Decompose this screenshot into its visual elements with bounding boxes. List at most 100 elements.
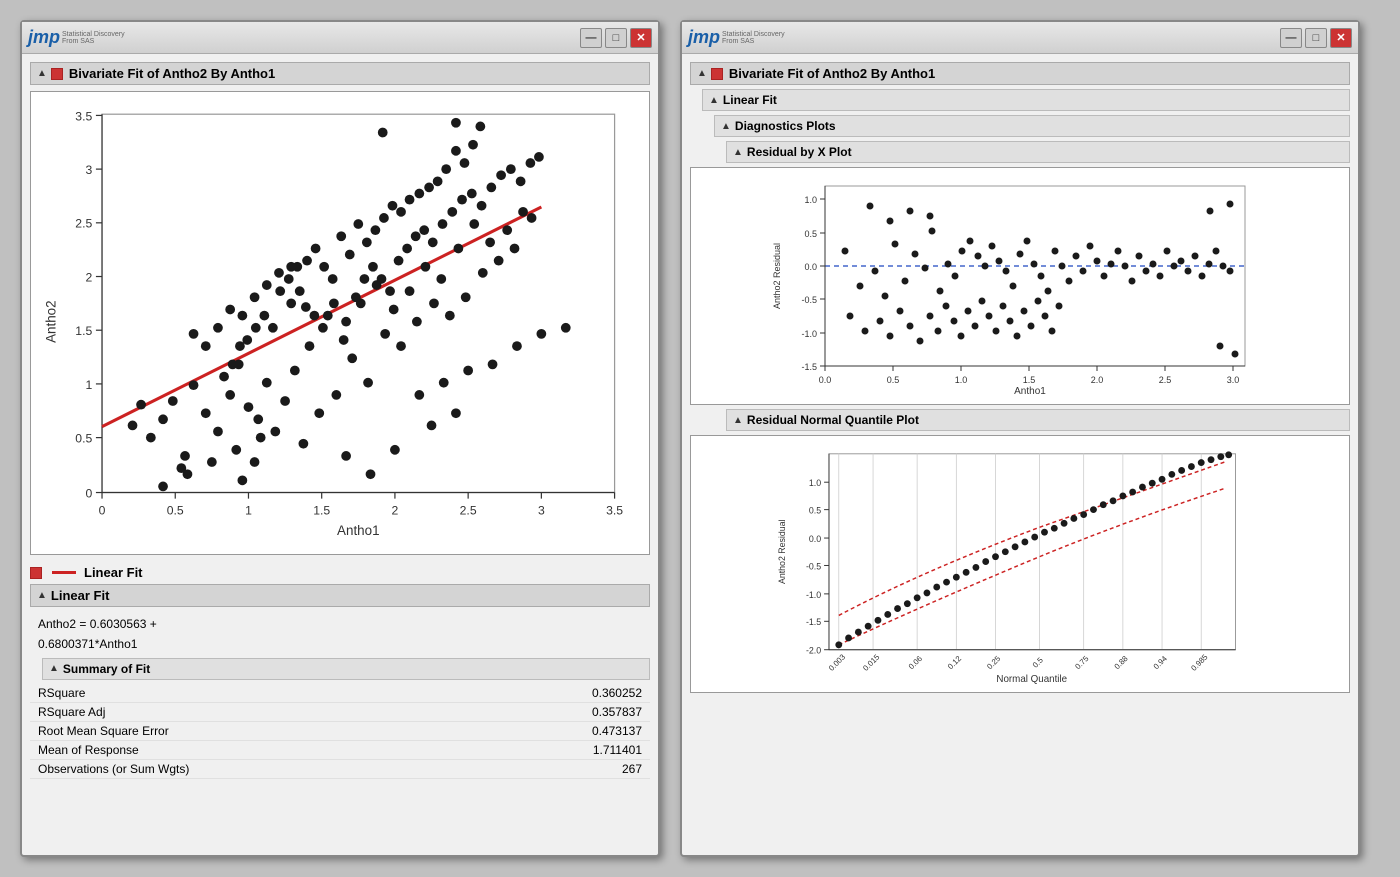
linear-fit-section-text: Linear Fit <box>51 588 110 603</box>
svg-text:1: 1 <box>245 503 252 517</box>
residual-by-x-svg: 0.0 0.5 1.0 1.5 2.0 2.5 3.0 1.0 <box>770 176 1270 396</box>
stat-label: RSquare <box>30 684 371 703</box>
triangle-icon-qqplot: ▲ <box>733 415 743 426</box>
svg-text:1.5: 1.5 <box>1023 375 1036 385</box>
svg-text:Antho1: Antho1 <box>1014 386 1046 396</box>
svg-text:2: 2 <box>392 503 399 517</box>
left-minimize-button[interactable]: — <box>580 28 602 48</box>
svg-text:Antho2: Antho2 <box>44 300 59 343</box>
svg-text:1.0: 1.0 <box>804 195 817 205</box>
right-diagnostics-text: Diagnostics Plots <box>735 119 836 133</box>
left-window-content: ▲ Bivariate Fit of Antho2 By Antho1 0 0.… <box>22 54 658 787</box>
svg-text:0.5: 0.5 <box>809 506 821 516</box>
left-window-buttons: — □ ✕ <box>580 28 652 48</box>
left-maximize-button[interactable]: □ <box>605 28 627 48</box>
residual-by-x-container: 0.0 0.5 1.0 1.5 2.0 2.5 3.0 1.0 <box>690 167 1350 405</box>
residual-normal-header: ▲ Residual Normal Quantile Plot <box>726 409 1350 431</box>
right-title-text: Bivariate Fit of Antho2 By Antho1 <box>729 66 935 81</box>
svg-text:3.0: 3.0 <box>1227 375 1240 385</box>
svg-text:-1.0: -1.0 <box>806 590 821 600</box>
svg-text:3: 3 <box>85 163 92 177</box>
summary-of-fit-text: Summary of Fit <box>63 662 150 676</box>
stat-value: 0.473137 <box>371 721 650 740</box>
equation-container: Antho2 = 0.6030563 + 0.6800371*Antho1 <box>30 611 650 657</box>
stat-label: RSquare Adj <box>30 702 371 721</box>
right-linear-fit-header: ▲ Linear Fit <box>702 89 1350 111</box>
svg-text:1: 1 <box>85 378 92 392</box>
equation-line1: Antho2 = 0.6030563 + <box>38 615 642 634</box>
residual-normal-svg: 0.003 0.015 0.06 0.12 0.25 0.5 0.75 0.88… <box>770 444 1270 684</box>
svg-text:2.5: 2.5 <box>460 503 477 517</box>
svg-text:0: 0 <box>85 486 92 500</box>
svg-text:2.5: 2.5 <box>75 217 92 231</box>
table-row: Observations (or Sum Wgts) 267 <box>30 759 650 778</box>
svg-text:0.25: 0.25 <box>985 654 1003 672</box>
svg-text:Antho1: Antho1 <box>337 523 380 538</box>
svg-text:0.985: 0.985 <box>1189 652 1210 673</box>
red-square-icon-right <box>711 68 723 80</box>
stat-label: Root Mean Square Error <box>30 721 371 740</box>
red-square-icon-left <box>51 68 63 80</box>
svg-text:0.015: 0.015 <box>861 652 882 673</box>
svg-text:2: 2 <box>85 270 92 284</box>
triangle-icon-residual-x: ▲ <box>733 147 743 158</box>
right-linear-fit-text: Linear Fit <box>723 93 777 107</box>
right-maximize-button[interactable]: □ <box>1305 28 1327 48</box>
linear-fit-label-row: Linear Fit <box>30 561 650 584</box>
table-row: Mean of Response 1.711401 <box>30 740 650 759</box>
triangle-icon-left: ▲ <box>37 68 47 79</box>
linear-fit-line-icon <box>52 571 76 574</box>
svg-text:2.5: 2.5 <box>1159 375 1172 385</box>
equation-line2: 0.6800371*Antho1 <box>38 635 642 654</box>
svg-text:-0.5: -0.5 <box>806 561 821 571</box>
svg-text:0: 0 <box>99 503 106 517</box>
linear-fit-inline-label: Linear Fit <box>84 565 143 580</box>
stat-value: 0.357837 <box>371 702 650 721</box>
svg-text:0.5: 0.5 <box>1031 655 1046 670</box>
triangle-icon-right-biv: ▲ <box>697 68 707 79</box>
right-close-button[interactable]: ✕ <box>1330 28 1352 48</box>
stat-label: Mean of Response <box>30 740 371 759</box>
svg-text:0.5: 0.5 <box>75 431 92 445</box>
svg-text:3.5: 3.5 <box>606 503 623 517</box>
residual-by-x-header: ▲ Residual by X Plot <box>726 141 1350 163</box>
svg-text:-0.5: -0.5 <box>801 295 817 305</box>
table-row: RSquare 0.360252 <box>30 684 650 703</box>
svg-text:0.5: 0.5 <box>167 503 184 517</box>
svg-text:0.5: 0.5 <box>804 229 817 239</box>
right-titlebar: jmp Statistical DiscoveryFrom SAS — □ ✕ <box>682 22 1358 54</box>
svg-text:0.0: 0.0 <box>819 375 832 385</box>
left-close-button[interactable]: ✕ <box>630 28 652 48</box>
svg-text:3: 3 <box>538 503 545 517</box>
jmp-logo-right: jmp Statistical DiscoveryFrom SAS <box>688 27 785 48</box>
svg-text:1.0: 1.0 <box>809 478 821 488</box>
scatter-plot-container: 0 0.5 1 1.5 2 2.5 3 3.5 0 0.5 <box>30 91 650 555</box>
summary-of-fit-header: ▲ Summary of Fit <box>42 658 650 680</box>
svg-text:Antho2 Residual: Antho2 Residual <box>777 519 787 584</box>
triangle-icon-right-diag: ▲ <box>721 121 731 132</box>
jmp-logo-left: jmp Statistical DiscoveryFrom SAS <box>28 27 125 48</box>
left-titlebar: jmp Statistical DiscoveryFrom SAS — □ ✕ <box>22 22 658 54</box>
summary-table: RSquare 0.360252 RSquare Adj 0.357837 Ro… <box>30 684 650 779</box>
svg-text:0.94: 0.94 <box>1152 654 1170 672</box>
left-bivariate-header: ▲ Bivariate Fit of Antho2 By Antho1 <box>30 62 650 85</box>
svg-text:-1.5: -1.5 <box>806 617 821 627</box>
right-window-content: ▲ Bivariate Fit of Antho2 By Antho1 ▲ Li… <box>682 54 1358 705</box>
svg-text:1.5: 1.5 <box>75 324 92 338</box>
triangle-icon-linear: ▲ <box>37 590 47 601</box>
linear-fit-section-header: ▲ Linear Fit <box>30 584 650 607</box>
svg-text:1.5: 1.5 <box>313 503 330 517</box>
right-diagnostics-header: ▲ Diagnostics Plots <box>714 115 1350 137</box>
left-window: jmp Statistical DiscoveryFrom SAS — □ ✕ … <box>20 20 660 857</box>
table-row: Root Mean Square Error 0.473137 <box>30 721 650 740</box>
right-minimize-button[interactable]: — <box>1280 28 1302 48</box>
table-row: RSquare Adj 0.357837 <box>30 702 650 721</box>
stat-value: 0.360252 <box>371 684 650 703</box>
right-bivariate-header: ▲ Bivariate Fit of Antho2 By Antho1 <box>690 62 1350 85</box>
right-window-buttons: — □ ✕ <box>1280 28 1352 48</box>
svg-text:0.0: 0.0 <box>804 262 817 272</box>
right-window: jmp Statistical DiscoveryFrom SAS — □ ✕ … <box>680 20 1360 857</box>
residual-normal-text: Residual Normal Quantile Plot <box>747 413 919 427</box>
triangle-icon-right-lf: ▲ <box>709 95 719 106</box>
svg-text:-2.0: -2.0 <box>806 646 821 656</box>
